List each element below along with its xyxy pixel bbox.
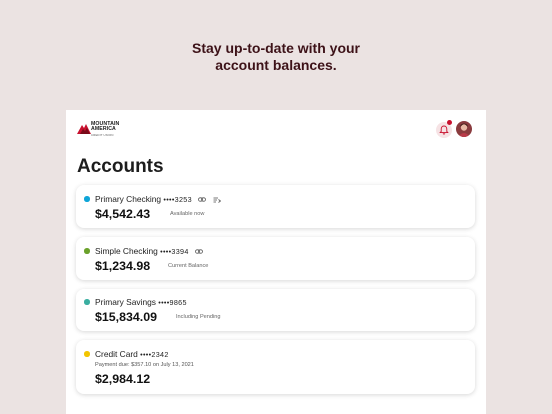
transfer-icon[interactable] (213, 197, 221, 203)
account-name: Primary Savings (95, 297, 156, 307)
link-icon[interactable] (198, 197, 207, 202)
notifications-button[interactable] (436, 120, 452, 138)
promo-line-2: account balances. (215, 57, 337, 73)
account-status-dot (84, 196, 90, 202)
promo-heading: Stay up-to-date with your account balanc… (0, 40, 552, 74)
promo-line-1: Stay up-to-date with your (192, 40, 360, 56)
account-name: Simple Checking (95, 246, 158, 256)
account-card-credit-card[interactable]: Credit Card ••••2342 Payment due: $357.1… (76, 340, 475, 394)
account-status-dot (84, 299, 90, 305)
top-bar: MOUNTAIN AMERICA CREDIT UNION (66, 110, 486, 150)
mountain-america-logo[interactable]: MOUNTAIN AMERICA CREDIT UNION (77, 121, 123, 138)
account-card-primary-checking[interactable]: Primary Checking ••••3253 $4,542.43 Avai… (76, 185, 475, 228)
user-avatar-icon (456, 121, 472, 137)
account-mask: ••••9865 (158, 298, 187, 307)
account-name-row: Primary Checking ••••3253 (95, 194, 221, 204)
page-title: Accounts (77, 156, 164, 177)
account-name: Primary Checking (95, 194, 162, 204)
payment-due: Payment due: $357.10 on July 13, 2021 (95, 362, 194, 368)
account-balance: $4,542.43 (95, 207, 151, 221)
avatar[interactable] (456, 121, 472, 137)
account-card-simple-checking[interactable]: Simple Checking ••••3394 $1,234.98 Curre… (76, 237, 475, 280)
logo-subtext: CREDIT UNION (91, 133, 114, 137)
account-status-dot (84, 351, 90, 357)
mountain-logo-icon (77, 124, 91, 134)
balance-label: Current Balance (168, 263, 209, 269)
balance-label: Including Pending (176, 314, 221, 320)
account-balance: $1,234.98 (95, 259, 151, 273)
account-name-row: Primary Savings ••••9865 (95, 297, 187, 307)
account-mask: ••••3253 (163, 195, 192, 204)
account-name-row: Credit Card ••••2342 (95, 349, 169, 359)
logo-text: MOUNTAIN AMERICA (91, 121, 120, 133)
account-mask: ••••3394 (160, 247, 189, 256)
account-balance: $2,984.12 (95, 372, 151, 386)
account-status-dot (84, 248, 90, 254)
bell-icon (439, 125, 449, 135)
balance-label: Available now (170, 211, 205, 217)
account-card-primary-savings[interactable]: Primary Savings ••••9865 $15,834.09 Incl… (76, 289, 475, 331)
link-icon[interactable] (195, 249, 203, 254)
app-screen: MOUNTAIN AMERICA CREDIT UNION Accounts P… (66, 110, 486, 414)
notification-badge (447, 120, 452, 125)
account-balance: $15,834.09 (95, 310, 158, 324)
account-name-row: Simple Checking ••••3394 (95, 246, 203, 256)
account-mask: ••••2342 (140, 350, 169, 359)
account-name: Credit Card (95, 349, 138, 359)
